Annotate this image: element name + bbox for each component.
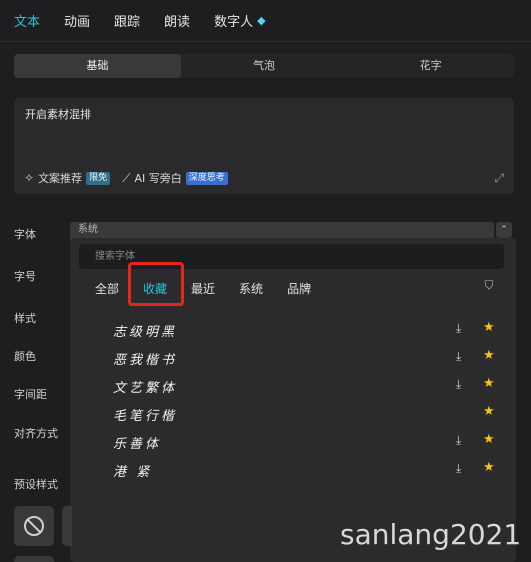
font-name: 乐善体 [113,437,162,452]
font-label: 字体 [14,228,36,241]
tab-digital-human[interactable]: 数字人 ◆ [214,11,265,30]
tab-tracking[interactable]: 跟踪 [114,11,140,30]
star-icon[interactable]: ★ [483,460,495,475]
style-segment-control: 基础 气泡 花字 [14,54,514,78]
ai-narration-label: AI 写旁白 [134,172,182,185]
segment-bubble[interactable]: 气泡 [181,54,348,78]
download-icon[interactable]: ⤓ [456,377,461,392]
diamond-icon: ◆ [257,14,266,27]
font-row[interactable]: 毛笔行楷 ★ [70,403,516,427]
tab-text-label: 文本 [14,15,41,30]
watermark: sanlang2021 [340,518,522,551]
star-icon[interactable]: ★ [483,432,495,447]
download-icon[interactable]: ⤓ [456,349,461,364]
preset-style-thumbnail[interactable] [14,556,54,562]
download-icon[interactable]: ⤓ [456,321,461,336]
text-content[interactable]: 开启素材混排 [25,106,91,122]
tab-animation[interactable]: 动画 [64,11,90,30]
segment-basic[interactable]: 基础 [14,54,181,78]
style-label: 样式 [14,312,36,325]
free-badge: 限免 [86,171,111,185]
preset-label: 预设样式 [14,478,58,491]
size-label: 字号 [14,270,36,283]
preset-none-button[interactable] [14,506,54,546]
copy-recommend-label: 文案推荐 [38,172,83,185]
category-all[interactable]: 全部 [95,280,119,297]
deep-think-badge: 深度思考 [185,171,228,185]
text-tools: ✧ 文案推荐 限免 ⟋ AI 写旁白 深度思考 [24,170,240,186]
chevron-up-icon[interactable]: ⌃ [496,222,512,238]
copy-recommend-button[interactable]: ✧ 文案推荐 限免 [24,170,111,186]
segment-fancy-text[interactable]: 花字 [347,54,514,78]
download-icon[interactable]: ⤓ [456,433,461,448]
tab-read-aloud[interactable]: 朗读 [164,11,190,30]
star-icon[interactable]: ★ [483,348,495,363]
no-style-icon [24,516,44,536]
font-row[interactable]: 志级明黑 ⤓ ★ [70,319,516,343]
tab-read-aloud-label: 朗读 [164,15,191,30]
preset-style-thumbnail[interactable] [62,506,72,546]
top-tab-bar: 文本 动画 跟踪 朗读 数字人 ◆ [0,0,531,42]
font-row[interactable]: 恶我楷书 ⤓ ★ [70,347,516,371]
favorites-highlight-box [128,262,184,306]
sparkle-icon: ✧ [24,171,35,185]
font-dropdown: 全部 收藏 最近 系统 品牌 ⛉ 志级明黑 ⤓ ★ 恶我楷书 ⤓ ★ 文艺繁体 … [70,238,516,562]
font-row[interactable]: 乐善体 ⤓ ★ [70,431,516,455]
category-brand[interactable]: 品牌 [287,280,311,297]
download-icon[interactable]: ⤓ [456,461,461,476]
category-system[interactable]: 系统 [239,280,263,297]
font-row[interactable]: 港 紧 ⤓ ★ [70,459,516,483]
font-name: 毛笔行楷 [113,409,178,424]
star-icon[interactable]: ★ [483,404,495,419]
spacing-label: 字间距 [14,388,47,401]
tab-animation-label: 动画 [64,15,91,30]
font-name: 志级明黑 [113,325,178,340]
tab-text[interactable]: 文本 [14,11,40,30]
color-label: 颜色 [14,350,36,363]
star-icon[interactable]: ★ [483,320,495,335]
expand-icon[interactable]: ⤢ [494,171,504,186]
text-input-area[interactable]: 开启素材混排 ✧ 文案推荐 限免 ⟋ AI 写旁白 深度思考 ⤢ [14,98,514,194]
font-name: 恶我楷书 [113,353,178,368]
tab-tracking-label: 跟踪 [114,15,141,30]
align-label: 对齐方式 [14,427,58,440]
category-recent[interactable]: 最近 [191,280,215,297]
magic-wand-icon: ⟋ [122,170,131,185]
font-name: 文艺繁体 [113,381,178,396]
ai-narration-button[interactable]: ⟋ AI 写旁白 深度思考 [122,170,228,186]
shield-icon[interactable]: ⛉ [481,278,497,294]
font-name: 港 紧 [113,465,153,480]
font-row[interactable]: 文艺繁体 ⤓ ★ [70,375,516,399]
star-icon[interactable]: ★ [483,376,495,391]
tab-digital-human-label: 数字人 [214,15,254,30]
